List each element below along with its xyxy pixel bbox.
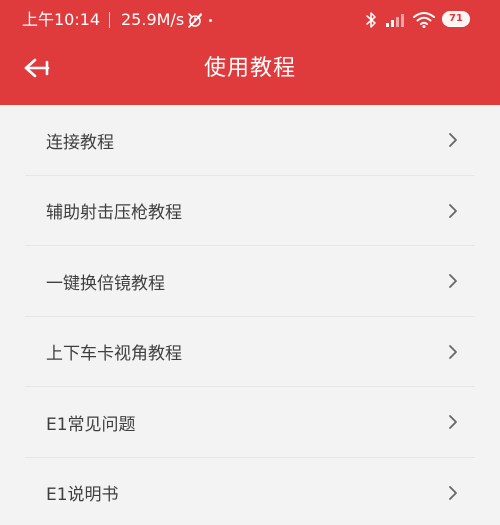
tutorial-item-label: 上下车卡视角教程 [46, 344, 182, 365]
tutorial-item-e1-faq[interactable]: E1常见问题 [0, 387, 500, 458]
network-speed: 25.9M/s [121, 10, 185, 29]
signal-icon [384, 10, 406, 30]
tutorial-item-connection[interactable]: 连接教程 [0, 105, 500, 176]
chevron-right-icon [449, 274, 457, 289]
alarm-off-icon [186, 10, 204, 30]
app-screen: 上午10:14 25.9M/s 71 使用教程 连接教程 辅助射击压枪教程 一键… [0, 0, 500, 525]
title-bar: 上午10:14 25.9M/s 71 使用教程 [0, 0, 500, 105]
tutorial-item-recoil-control[interactable]: 辅助射击压枪教程 [0, 176, 500, 247]
chevron-right-icon [449, 344, 457, 359]
wifi-icon [412, 10, 436, 30]
notification-dot-icon [209, 19, 212, 22]
tutorial-list-container: 连接教程 辅助射击压枪教程 一键换倍镜教程 上下车卡视角教程 E1常见问题 E1… [0, 105, 500, 525]
bluetooth-icon [364, 10, 378, 30]
tutorial-item-e1-manual[interactable]: E1说明书 [0, 458, 500, 525]
tutorial-item-label: 一键换倍镜教程 [46, 273, 165, 294]
chevron-right-icon [449, 203, 457, 218]
tutorial-item-label: E1常见问题 [46, 414, 136, 435]
tutorial-list: 连接教程 辅助射击压枪教程 一键换倍镜教程 上下车卡视角教程 E1常见问题 E1… [0, 105, 500, 525]
tutorial-item-scope-switch[interactable]: 一键换倍镜教程 [0, 246, 500, 317]
chevron-right-icon [449, 133, 457, 148]
battery-level: 71 [449, 13, 463, 24]
status-bar: 上午10:14 25.9M/s 71 [0, 0, 500, 40]
tutorial-item-label: 辅助射击压枪教程 [46, 203, 182, 224]
status-separator [109, 12, 110, 28]
status-time: 上午10:14 [22, 10, 101, 29]
chevron-right-icon [449, 415, 457, 430]
battery-icon: 71 [442, 11, 470, 27]
tutorial-item-label: 连接教程 [46, 132, 114, 153]
page-title: 使用教程 [203, 56, 296, 81]
chevron-right-icon [449, 485, 457, 500]
tutorial-item-label: E1说明书 [46, 485, 119, 506]
tutorial-item-vehicle-view[interactable]: 上下车卡视角教程 [0, 317, 500, 388]
